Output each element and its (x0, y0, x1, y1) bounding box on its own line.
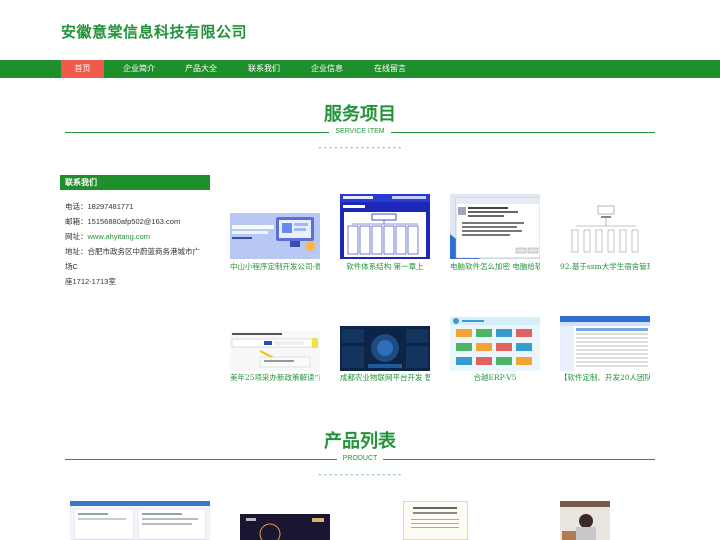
site-title[interactable]: 安徽意棠信息科技有限公司 (61, 21, 247, 42)
service-caption[interactable]: 成都农业物联网平台开发 智 (340, 373, 430, 383)
product-thumbnail[interactable] (69, 500, 211, 540)
divider-line (383, 459, 655, 460)
service-caption[interactable]: 合越ERP-V5 (450, 373, 540, 383)
services-dash: ---------------- (317, 143, 403, 152)
service-thumbnail[interactable] (340, 194, 430, 259)
service-caption[interactable]: 电脑软件怎么加密 电脑给软 (450, 262, 540, 272)
service-caption[interactable]: 92.基于ssm大学生宿舍管理 (560, 262, 650, 272)
contact-panel: 联系我们 电话：18297481771 邮箱：15156880afp502@16… (60, 175, 210, 289)
products-subtitle-row: PRODUCT (65, 454, 655, 464)
product-thumbnail[interactable] (240, 514, 330, 540)
nav-item-message[interactable]: 在线留言 (368, 60, 412, 78)
services-title: 服务项目 (324, 104, 396, 125)
contact-heading: 联系我们 (60, 175, 210, 190)
contact-website-label: 网址： (65, 232, 88, 241)
service-thumbnail[interactable] (340, 326, 430, 371)
contact-address: 地址：合肥市政务区中蔚蓝商务港城市广场C (65, 247, 200, 271)
site-header: 安徽意棠信息科技有限公司 (0, 0, 720, 60)
product-thumbnail[interactable] (402, 500, 469, 540)
contact-phone: 电话：18297481771 (65, 202, 134, 211)
nav-item-home[interactable]: 首页 (61, 60, 104, 78)
service-caption[interactable]: 软件体系结构 第一章上 (340, 262, 430, 272)
service-thumbnail[interactable] (450, 317, 540, 371)
products-dash: ---------------- (317, 470, 403, 479)
service-thumbnail[interactable] (560, 194, 650, 259)
service-caption[interactable]: 【软件定制、开发20人团队 (560, 373, 650, 383)
main-nav: 首页 企业简介 产品大全 联系我们 企业信息 在线留言 (0, 60, 720, 78)
contact-body: 电话：18297481771 邮箱：15156880afp502@163.com… (60, 190, 210, 289)
contact-email: 邮箱：15156880afp502@163.com (65, 217, 181, 226)
nav-item-news[interactable]: 企业信息 (305, 60, 349, 78)
product-thumbnail[interactable] (560, 501, 610, 540)
service-caption[interactable]: 中山小程序定制开发公司-微 (230, 262, 320, 272)
service-thumbnail[interactable] (560, 316, 650, 371)
nav-item-products[interactable]: 产品大全 (179, 60, 223, 78)
service-thumbnail[interactable] (230, 213, 320, 259)
nav-item-contact[interactable]: 联系我们 (242, 60, 286, 78)
contact-website-row: 网址：www.ahyitang.com (65, 229, 205, 244)
service-caption[interactable]: 美年25项采办新政策解读“量 (230, 373, 320, 383)
products-title: 产品列表 (324, 431, 396, 452)
services-subtitle-row: SERVICE ITEM (65, 127, 655, 137)
nav-item-about[interactable]: 企业简介 (117, 60, 161, 78)
contact-website-link[interactable]: www.ahyitang.com (88, 232, 151, 241)
service-thumbnail[interactable] (450, 194, 541, 259)
contact-address-cont: 座1712-1713室 (65, 277, 116, 286)
divider-line (391, 132, 655, 133)
service-thumbnail[interactable] (230, 331, 320, 371)
